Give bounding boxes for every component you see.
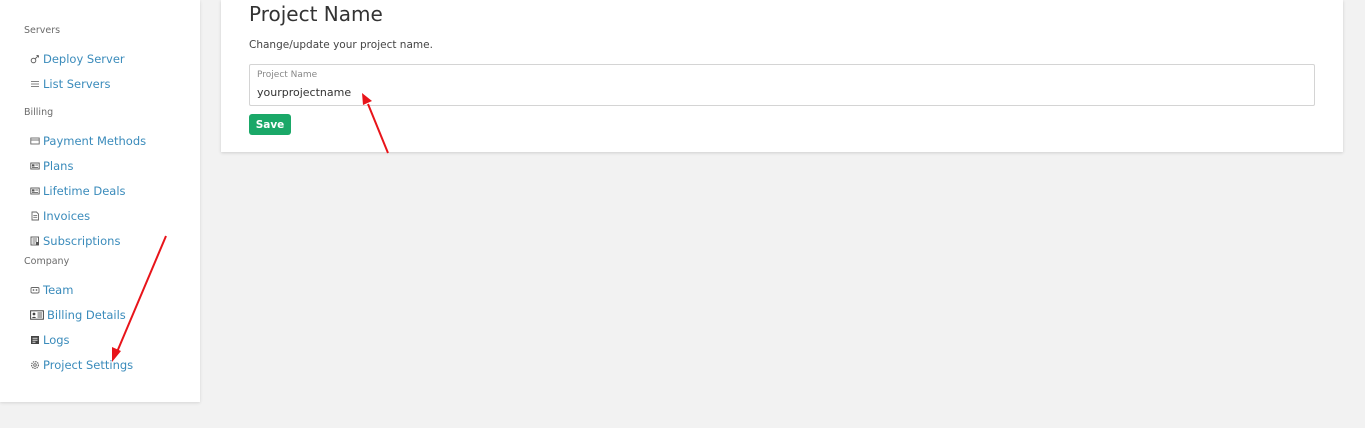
save-button[interactable]: Save: [249, 114, 291, 135]
sidebar-item-label: Logs: [43, 333, 70, 347]
page-subtitle: Change/update your project name.: [249, 39, 433, 51]
section-label-billing: Billing: [24, 107, 54, 118]
section-label-servers: Servers: [24, 25, 61, 36]
sidebar-item-label: Team: [43, 283, 74, 297]
project-name-field[interactable]: Project Name: [249, 64, 1315, 106]
sidebar-item-logs[interactable]: Logs: [29, 333, 70, 347]
sidebar-item-deploy-server[interactable]: Deploy Server: [29, 52, 125, 66]
deal-icon: [29, 185, 41, 197]
sidebar-item-label: Billing Details: [47, 308, 126, 322]
gear-icon: [29, 359, 41, 371]
id-card-icon: [29, 309, 45, 321]
sidebar-item-label: Invoices: [43, 209, 91, 223]
sidebar-item-label: Subscriptions: [43, 234, 121, 248]
list-icon: [29, 78, 41, 90]
plug-icon: [29, 53, 41, 65]
sidebar-item-list-servers[interactable]: List Servers: [29, 77, 110, 91]
sidebar: Servers Deploy Server List Servers Billi…: [0, 0, 200, 402]
sidebar-item-project-settings[interactable]: Project Settings: [29, 358, 133, 372]
sidebar-item-billing-details[interactable]: Billing Details: [29, 308, 126, 322]
page-title: Project Name: [249, 2, 383, 26]
sidebar-item-invoices[interactable]: Invoices: [29, 209, 90, 223]
sidebar-item-label: List Servers: [43, 77, 111, 91]
logs-icon: [29, 334, 41, 346]
subscriptions-icon: [29, 235, 41, 247]
project-name-card: Project Name Change/update your project …: [221, 0, 1343, 152]
invoice-icon: [29, 210, 41, 222]
plans-icon: [29, 160, 41, 172]
sidebar-item-label: Plans: [43, 159, 74, 173]
team-icon: [29, 284, 41, 296]
sidebar-item-label: Deploy Server: [43, 52, 125, 66]
sidebar-item-team[interactable]: Team: [29, 283, 73, 297]
sidebar-item-subscriptions[interactable]: Subscriptions: [29, 234, 120, 248]
project-name-input[interactable]: [257, 84, 1157, 100]
sidebar-item-label: Project Settings: [43, 358, 134, 372]
credit-card-icon: [29, 135, 41, 147]
sidebar-item-payment-methods[interactable]: Payment Methods: [29, 134, 146, 148]
section-label-company: Company: [24, 256, 70, 267]
sidebar-item-plans[interactable]: Plans: [29, 159, 73, 173]
project-name-field-label: Project Name: [257, 70, 318, 80]
sidebar-item-lifetime-deals[interactable]: Lifetime Deals: [29, 184, 126, 198]
sidebar-item-label: Lifetime Deals: [43, 184, 126, 198]
sidebar-item-label: Payment Methods: [43, 134, 147, 148]
